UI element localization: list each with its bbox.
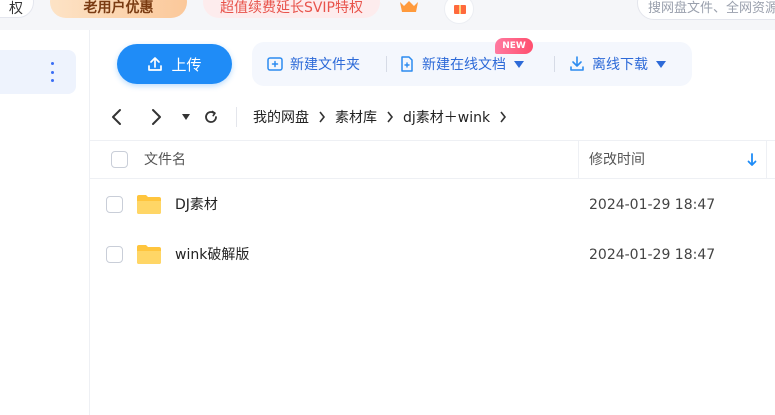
new-folder-icon [267, 57, 283, 71]
chevron-down-icon[interactable] [514, 60, 524, 68]
search-input[interactable]: 搜网盘文件、全网资源 [637, 0, 775, 20]
gift-icon[interactable] [444, 0, 474, 24]
chevron-right-icon[interactable] [493, 111, 513, 123]
new-folder-button[interactable]: 新建文件夹 [266, 42, 360, 86]
row-checkbox[interactable] [106, 196, 123, 213]
row-checkbox[interactable] [106, 246, 123, 263]
sidebar [0, 30, 90, 415]
breadcrumb-item[interactable]: 我的网盘 [250, 107, 312, 127]
new-doc-icon [401, 56, 413, 72]
new-online-doc-label: 新建在线文档 [422, 57, 506, 73]
file-name[interactable]: wink破解版 [175, 230, 249, 280]
new-folder-label: 新建文件夹 [290, 57, 360, 73]
folder-icon [136, 193, 162, 215]
game-icon[interactable] [394, 0, 424, 24]
file-modified-time: 2024-01-29 18:47 [589, 247, 716, 263]
toolbar: 上传 新建文件夹 新建在线文档 NEW 离线下载 [90, 30, 775, 100]
column-header-name[interactable]: 文件名 [144, 141, 186, 179]
history-dropdown-icon[interactable] [175, 105, 197, 129]
tool-group: 新建文件夹 新建在线文档 NEW 离线下载 [252, 38, 692, 86]
sidebar-item-selected[interactable] [0, 50, 76, 94]
column-divider[interactable] [578, 141, 579, 179]
divider [386, 56, 387, 72]
offline-download-label: 离线下载 [592, 57, 648, 73]
column-divider[interactable] [766, 141, 767, 179]
file-modified-time: 2024-01-29 18:47 [589, 197, 716, 213]
select-all-checkbox[interactable] [111, 151, 128, 168]
navigation-bar: 我的网盘 素材库 dj素材＋wink [90, 100, 775, 134]
forward-icon[interactable] [145, 105, 167, 129]
breadcrumb-item[interactable]: dj素材＋wink [400, 107, 493, 127]
table-row[interactable]: wink破解版 2024-01-29 18:47 [90, 230, 775, 280]
back-icon[interactable] [106, 105, 128, 129]
upload-label: 上传 [171, 55, 202, 74]
new-badge: NEW [495, 38, 533, 54]
breadcrumb-item[interactable]: 素材库 [332, 107, 380, 127]
chevron-right-icon [380, 111, 400, 123]
member-pill[interactable]: 权 [0, 0, 34, 18]
download-icon [570, 56, 584, 71]
top-bar: 权 老用户优惠 超值续费延长SVIP特权 搜网盘文件、全网资源 [0, 0, 775, 30]
chevron-right-icon [312, 111, 332, 123]
refresh-icon[interactable] [200, 105, 222, 129]
table-header: 文件名 修改时间 [90, 140, 775, 179]
column-header-modified[interactable]: 修改时间 [589, 141, 645, 179]
offline-download-button[interactable]: 离线下载 [568, 42, 666, 86]
more-options-icon[interactable] [46, 62, 58, 82]
chevron-down-icon[interactable] [656, 60, 666, 68]
breadcrumb: 我的网盘 素材库 dj素材＋wink [250, 100, 513, 134]
old-user-offer-button[interactable]: 老用户优惠 [50, 0, 187, 18]
sort-descending-icon[interactable] [746, 152, 758, 168]
table-row[interactable]: DJ素材 2024-01-29 18:47 [90, 180, 775, 230]
file-name[interactable]: DJ素材 [175, 180, 218, 230]
folder-icon [136, 243, 162, 265]
upload-button[interactable]: 上传 [117, 44, 232, 84]
upload-icon [148, 57, 163, 71]
divider [236, 107, 237, 127]
divider [554, 56, 555, 72]
svip-renewal-button[interactable]: 超值续费延长SVIP特权 [203, 0, 380, 18]
